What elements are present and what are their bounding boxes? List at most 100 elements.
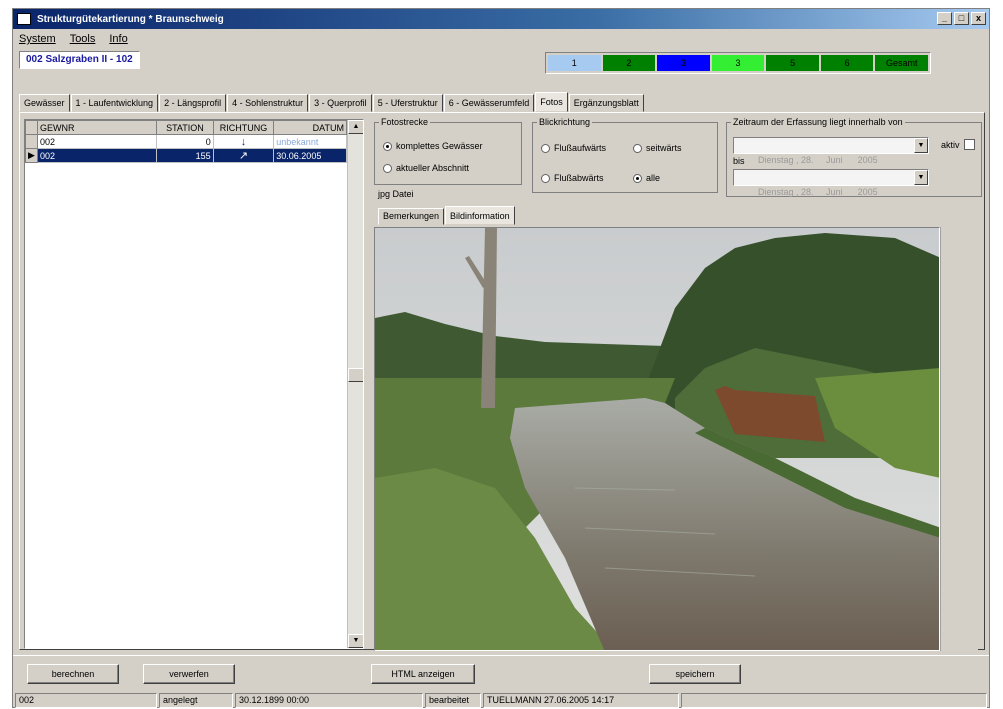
fotostrecke-legend: Fotostrecke — [381, 117, 429, 127]
photo-side-panel — [940, 227, 978, 651]
status-bar: 002 angelegt 30.12.1899 00:00 bearbeitet… — [13, 693, 989, 709]
radio-indicator[interactable] — [383, 163, 392, 173]
berechnen-button[interactable]: berechnen — [27, 664, 119, 684]
app-icon — [17, 13, 31, 25]
cell-datum[interactable]: unbekannt — [273, 134, 347, 149]
tab-fotos[interactable]: Fotos — [535, 92, 568, 112]
col-gewnr[interactable]: GEWNR — [37, 120, 158, 135]
cell-gewnr[interactable]: 002 — [37, 148, 158, 163]
cell-richtung[interactable]: ↓ — [212, 134, 275, 149]
col-richtung[interactable]: RICHTUNG — [212, 120, 275, 135]
from-date-picker[interactable]: Dienstag , 28. Juni 2005 ▼ — [733, 137, 929, 165]
chevron-down-icon[interactable]: ▼ — [914, 170, 928, 185]
radio-indicator[interactable] — [633, 173, 642, 183]
verwerfen-button[interactable]: verwerfen — [143, 664, 235, 684]
radio-seitwaerts[interactable]: seitwärts — [633, 143, 682, 153]
radio-indicator[interactable] — [541, 143, 550, 153]
chevron-down-icon[interactable]: ▼ — [914, 138, 928, 153]
rating-segment-5: 5 — [766, 55, 819, 71]
aktiv-check[interactable] — [963, 139, 975, 150]
tab-ergaenzungsblatt[interactable]: Ergänzungsblatt — [568, 94, 644, 112]
html-anzeigen-button[interactable]: HTML anzeigen — [371, 664, 475, 684]
tab-gewaesser[interactable]: Gewässer — [19, 94, 70, 112]
tab-bemerkungen[interactable]: Bemerkungen — [378, 208, 445, 225]
radio-flussabwaerts[interactable]: Flußabwärts — [541, 173, 604, 183]
tab-gewaesserumfeld[interactable]: 6 - Gewässerumfeld — [443, 94, 535, 112]
row-indicator-current: ▶ — [25, 148, 39, 163]
zeitraum-group: Zeitraum der Erfassung liegt innerhalb v… — [726, 117, 982, 197]
river-photo — [375, 228, 939, 650]
rating-segment-3: 3 — [657, 55, 710, 71]
to-date-picker[interactable]: Dienstag , 28. Juni 2005 ▼ — [733, 169, 929, 197]
fotos-panel: GEWNR STATION RICHTUNG DATUM 002 0 ↓ unb… — [19, 112, 985, 651]
tab-uferstruktur[interactable]: 5 - Uferstruktur — [372, 94, 443, 112]
tab-sohlenstruktur[interactable]: 4 - Sohlenstruktur — [227, 94, 309, 112]
cell-station[interactable]: 155 — [156, 148, 214, 163]
zeitraum-legend: Zeitraum der Erfassung liegt innerhalb v… — [733, 117, 903, 127]
main-tabs: Gewässer 1 - Laufentwicklung 2 - Längspr… — [19, 92, 645, 112]
radio-indicator[interactable] — [541, 173, 550, 183]
window-controls: _ □ x — [937, 12, 986, 25]
minimize-button[interactable]: _ — [937, 12, 952, 25]
status-angelegt-date: 30.12.1899 00:00 — [235, 693, 423, 708]
radio-alle[interactable]: alle — [633, 173, 660, 183]
rating-segment-1: 1 — [548, 55, 601, 71]
record-label: 002 Salzgraben II - 102 — [19, 51, 140, 69]
menu-system[interactable]: System — [19, 33, 56, 45]
cell-richtung[interactable]: ↗ — [212, 148, 275, 163]
cell-station[interactable]: 0 — [156, 134, 214, 149]
table-row[interactable]: 002 0 ↓ unbekannt — [25, 134, 347, 149]
col-datum[interactable]: DATUM — [273, 120, 347, 135]
title-bar[interactable]: Strukturgütekartierung * Braunschweig _ … — [13, 9, 989, 29]
fotostrecke-group: Fotostrecke komplettes Gewässer aktuelle… — [374, 117, 522, 185]
radio-komplettes[interactable]: komplettes Gewässer — [383, 141, 483, 151]
aktiv-checkbox[interactable]: aktiv — [941, 139, 975, 150]
radio-flussaufwaerts[interactable]: Flußaufwärts — [541, 143, 606, 153]
status-angelegt-label: angelegt — [159, 693, 233, 708]
table-header: GEWNR STATION RICHTUNG DATUM — [25, 120, 347, 135]
cell-gewnr[interactable]: 002 — [37, 134, 158, 149]
window-title: Strukturgütekartierung * Braunschweig — [37, 13, 224, 25]
tab-laengsprofil[interactable]: 2 - Längsprofil — [159, 94, 227, 112]
tab-bildinformation[interactable]: Bildinformation — [445, 206, 515, 225]
radio-indicator[interactable] — [633, 143, 642, 153]
table-row-selected[interactable]: ▶ 002 155 ↗ 30.06.2005 — [25, 148, 347, 163]
from-date-value: Dienstag , 28. Juni 2005 — [758, 155, 878, 165]
to-date-value: Dienstag , 28. Juni 2005 — [758, 187, 878, 197]
rating-segment-6: 6 — [820, 55, 874, 71]
bis-label: bis — [733, 156, 745, 166]
radio-indicator[interactable] — [383, 141, 392, 151]
row-indicator-header — [25, 120, 39, 135]
aktiv-label: aktiv — [941, 139, 960, 150]
radio-label: seitwärts — [646, 143, 682, 153]
rating-bar: 1 2 3 3 5 6 Gesamt — [545, 52, 931, 74]
status-gewnr: 002 — [15, 693, 157, 708]
grid-scrollbar[interactable]: ▲ ▼ — [347, 120, 363, 648]
scroll-up-button[interactable]: ▲ — [348, 120, 363, 134]
radio-aktueller[interactable]: aktueller Abschnitt — [383, 163, 469, 173]
radio-label: komplettes Gewässer — [396, 141, 483, 151]
scroll-down-button[interactable]: ▼ — [348, 634, 363, 648]
tab-querprofil[interactable]: 3 - Querprofil — [309, 94, 372, 112]
photo-subtabs: Bemerkungen Bildinformation — [378, 206, 516, 225]
scroll-thumb[interactable] — [348, 368, 363, 382]
blickrichtung-group: Blickrichtung Flußaufwärts seitwärts Flu… — [532, 117, 718, 193]
maximize-button[interactable]: □ — [954, 12, 969, 25]
menu-info[interactable]: Info — [109, 33, 127, 45]
menu-tools[interactable]: Tools — [70, 33, 96, 45]
rating-segment-gesamt: Gesamt — [875, 55, 929, 71]
cell-datum[interactable]: 30.06.2005 — [273, 148, 347, 163]
close-button[interactable]: x — [971, 12, 986, 25]
jpg-datei-label: jpg Datei — [378, 189, 414, 199]
photo-view — [374, 227, 940, 651]
rating-segment-2: 2 — [602, 55, 656, 71]
main-window: Strukturgütekartierung * Braunschweig _ … — [12, 8, 990, 708]
radio-label: Flußabwärts — [554, 173, 604, 183]
radio-label: aktueller Abschnitt — [396, 163, 470, 173]
tab-laufentwicklung[interactable]: 1 - Laufentwicklung — [70, 94, 159, 112]
photo-grid[interactable]: GEWNR STATION RICHTUNG DATUM 002 0 ↓ unb… — [24, 119, 364, 649]
status-bearbeitet-label: bearbeitet — [425, 693, 481, 708]
radio-label: Flußaufwärts — [554, 143, 607, 153]
col-station[interactable]: STATION — [156, 120, 214, 135]
speichern-button[interactable]: speichern — [649, 664, 741, 684]
